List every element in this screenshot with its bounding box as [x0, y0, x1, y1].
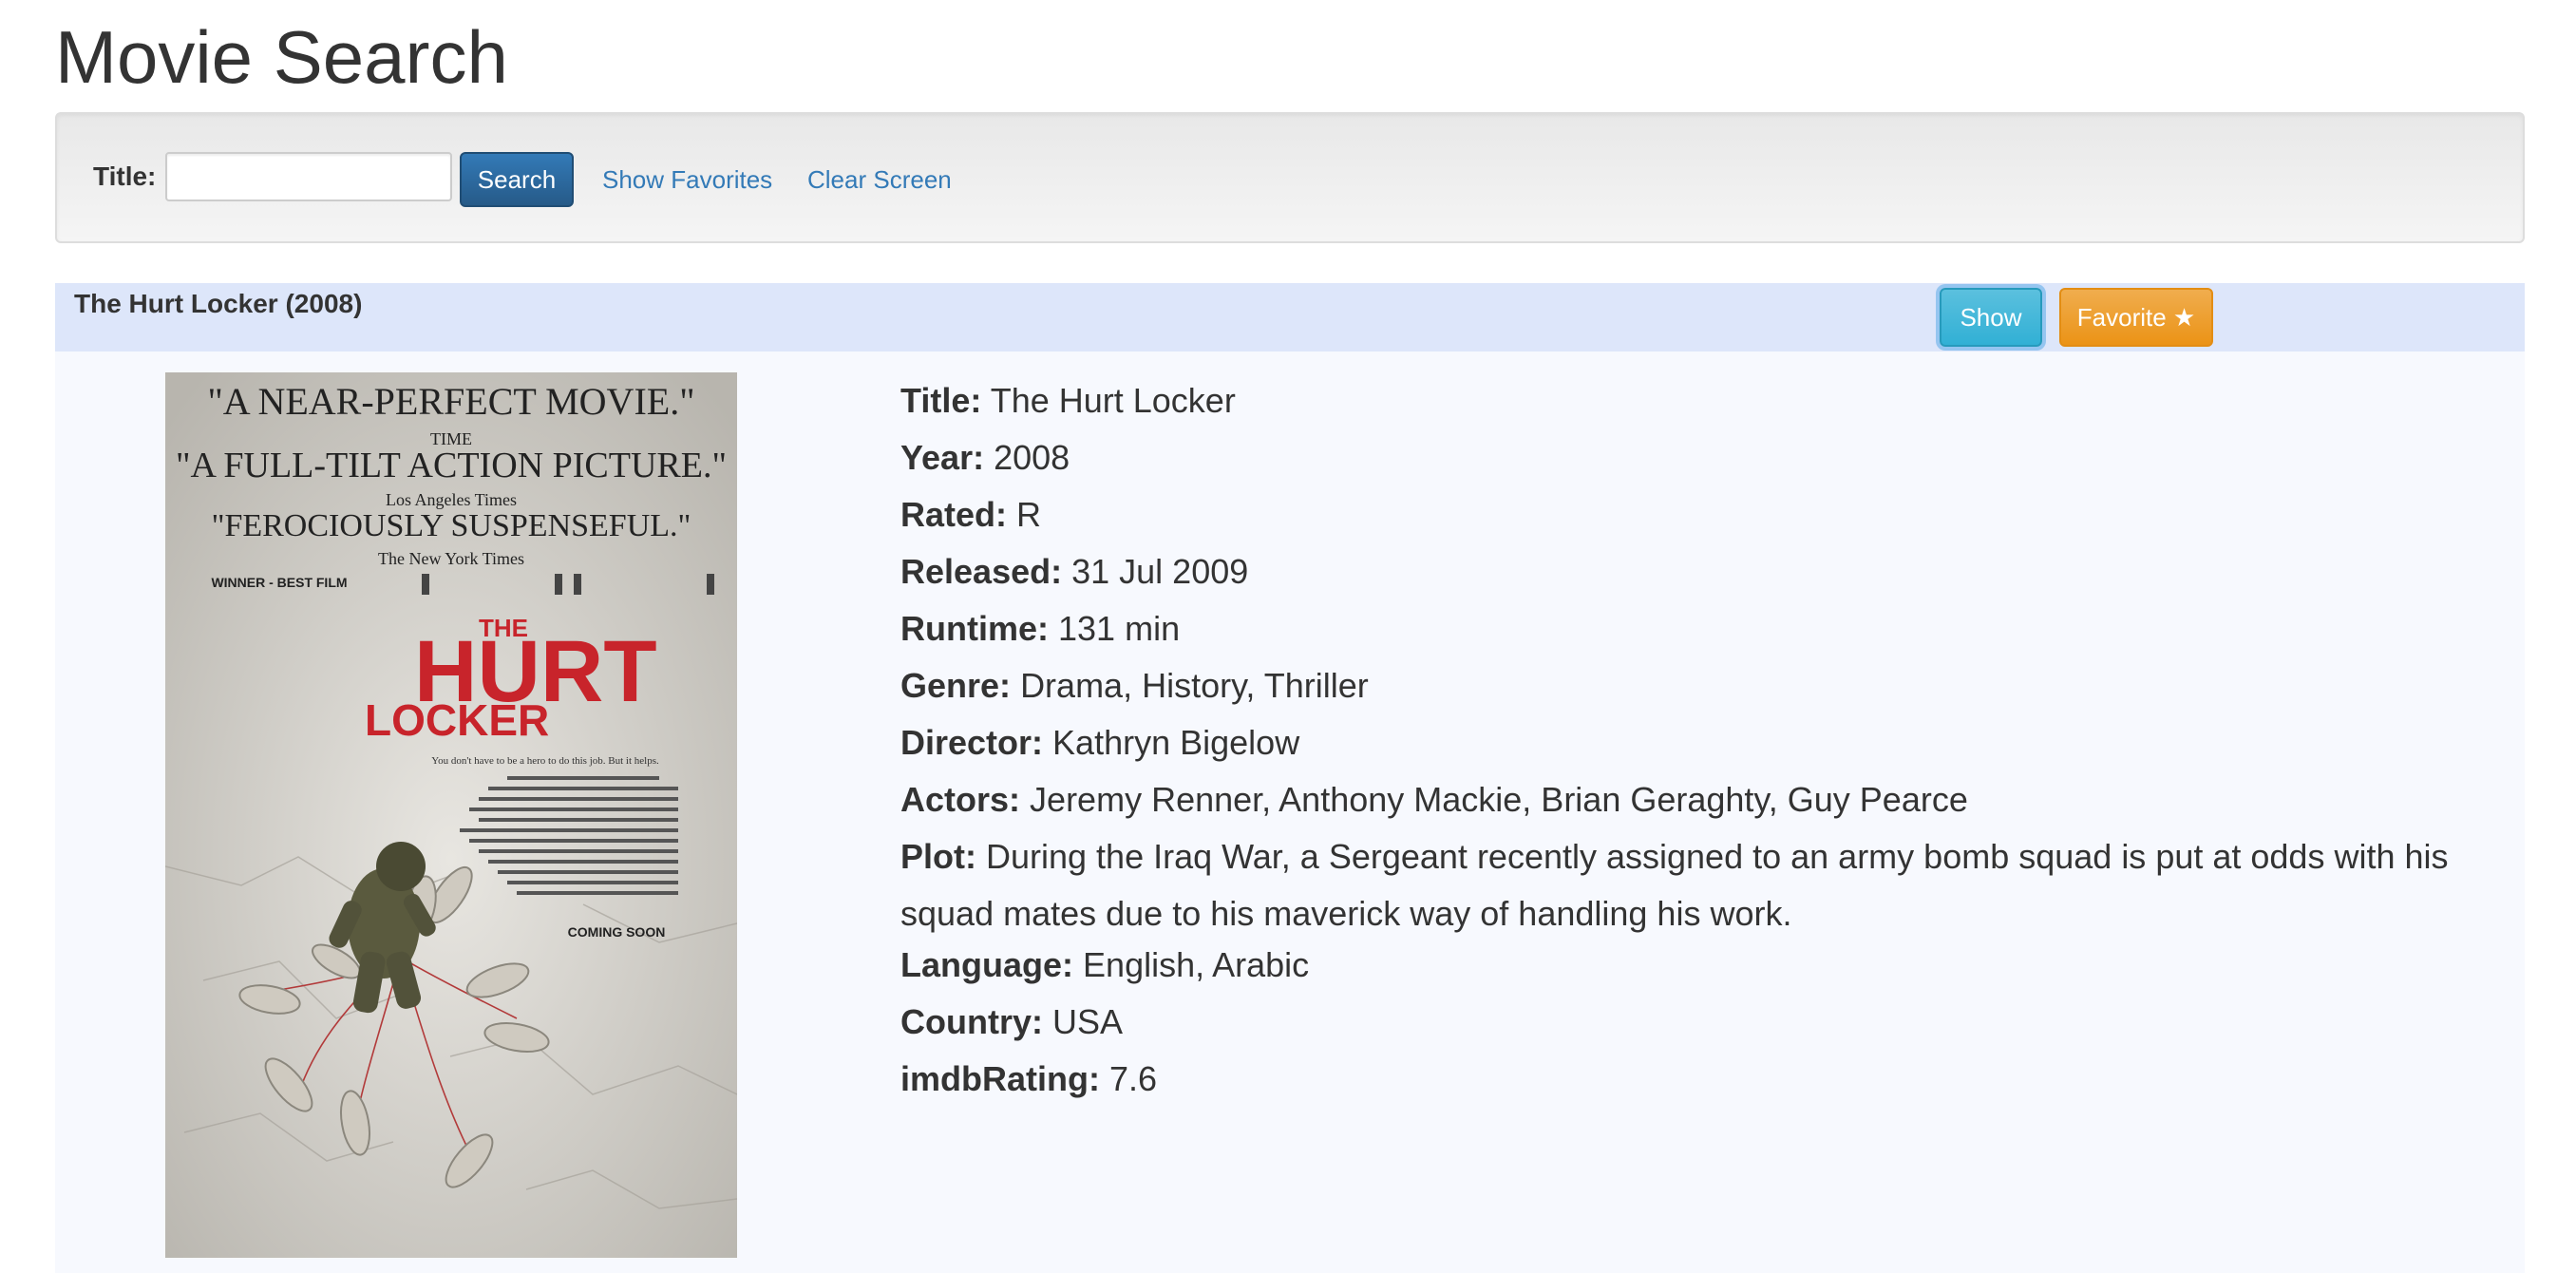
detail-runtime: Runtime: 131 min — [900, 600, 2506, 657]
detail-value: English, Arabic — [1083, 945, 1310, 984]
detail-released: Released: 31 Jul 2009 — [900, 543, 2506, 600]
clear-screen-link[interactable]: Clear Screen — [807, 165, 952, 195]
detail-value: The Hurt Locker — [990, 381, 1236, 420]
detail-key: Runtime: — [900, 609, 1049, 648]
poster-tagline: You don't have to be a hero to do this j… — [431, 755, 659, 767]
detail-genre: Genre: Drama, History, Thriller — [900, 657, 2506, 714]
result-title: The Hurt Locker (2008) — [74, 289, 363, 318]
poster-title-locker: LOCKER — [365, 695, 549, 745]
detail-value: R — [1016, 495, 1042, 534]
poster-source-3: The New York Times — [378, 549, 524, 568]
poster-quote-1: "A NEAR-PERFECT MOVIE." — [207, 380, 694, 423]
detail-key: Language: — [900, 945, 1074, 984]
detail-key: Genre: — [900, 666, 1012, 705]
detail-director: Director: Kathryn Bigelow — [900, 714, 2506, 771]
detail-value: 31 Jul 2009 — [1071, 552, 1249, 591]
page-title: Movie Search — [55, 15, 508, 99]
detail-rated: Rated: R — [900, 486, 2506, 543]
detail-title: Title: The Hurt Locker — [900, 372, 2506, 429]
result-details-panel: "A NEAR-PERFECT MOVIE." TIME "A FULL-TIL… — [55, 352, 2525, 1273]
detail-value: 7.6 — [1109, 1059, 1158, 1098]
detail-key: Director: — [900, 723, 1044, 762]
detail-value: Kathryn Bigelow — [1052, 723, 1300, 762]
detail-value: 2008 — [994, 438, 1070, 477]
detail-key: Country: — [900, 1002, 1043, 1041]
poster-coming-soon: COMING SOON — [568, 924, 666, 940]
detail-key: Year: — [900, 438, 985, 477]
detail-key: Released: — [900, 552, 1063, 591]
poster-award: WINNER - BEST FILM — [211, 575, 347, 590]
show-favorites-link[interactable]: Show Favorites — [602, 165, 772, 195]
title-input[interactable] — [165, 152, 452, 201]
detail-key: Actors: — [900, 780, 1021, 819]
detail-value: 131 min — [1058, 609, 1181, 648]
detail-country: Country: USA — [900, 994, 2506, 1051]
title-label: Title: — [93, 162, 157, 191]
show-button[interactable]: Show — [1940, 288, 2042, 347]
detail-actors: Actors: Jeremy Renner, Anthony Mackie, B… — [900, 771, 2506, 828]
movie-poster: "A NEAR-PERFECT MOVIE." TIME "A FULL-TIL… — [165, 372, 737, 1258]
detail-imdb-rating: imdbRating: 7.6 — [900, 1051, 2506, 1108]
favorite-button[interactable]: Favorite ★ — [2059, 288, 2213, 347]
search-button[interactable]: Search — [460, 152, 574, 207]
detail-value: Jeremy Renner, Anthony Mackie, Brian Ger… — [1030, 780, 1968, 819]
result-header: The Hurt Locker (2008) Show Favorite ★ — [55, 283, 2525, 352]
detail-key: Plot: — [900, 837, 976, 876]
detail-plot: Plot: During the Iraq War, a Sergeant re… — [900, 828, 2506, 942]
detail-key: Rated: — [900, 495, 1008, 534]
search-form: Title: Search Show Favorites Clear Scree… — [55, 112, 2525, 243]
detail-value: During the Iraq War, a Sergeant recently… — [900, 837, 2449, 933]
poster-image: "A NEAR-PERFECT MOVIE." TIME "A FULL-TIL… — [165, 372, 737, 1258]
detail-value: Drama, History, Thriller — [1020, 666, 1369, 705]
detail-year: Year: 2008 — [900, 429, 2506, 486]
poster-source-2: Los Angeles Times — [386, 490, 517, 509]
detail-key: Title: — [900, 381, 982, 420]
detail-language: Language: English, Arabic — [900, 937, 2506, 994]
poster-quote-3: "FEROCIOUSLY SUSPENSEFUL." — [212, 508, 691, 543]
poster-quote-2: "A FULL-TILT ACTION PICTURE." — [176, 446, 727, 485]
detail-value: USA — [1052, 1002, 1124, 1041]
movie-details: Title: The Hurt Locker Year: 2008 Rated:… — [900, 372, 2506, 1108]
detail-key: imdbRating: — [900, 1059, 1100, 1098]
